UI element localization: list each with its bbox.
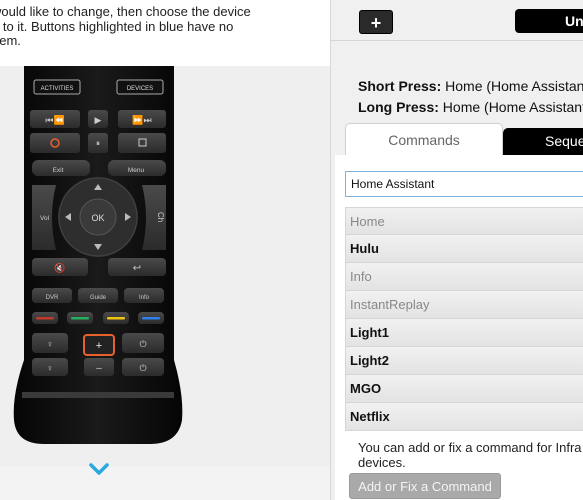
vol-label: Vol [40,215,50,222]
activities-label: ACTIVITIES [41,86,74,92]
add-button[interactable]: + [359,10,393,34]
un-button[interactable]: Un [515,9,583,33]
outlet-icon: ⏻ [139,339,146,349]
long-press-value: Home (Home Assistant) [442,99,583,115]
help-text: You can add or fix a command for Infra d… [358,440,583,470]
short-press-row: Short Press: Home (Home Assistant) [358,78,583,94]
command-item[interactable]: Netflix [345,403,583,431]
command-list: Home Hulu Info InstantReplay Light1 Light2 MGO… [345,207,583,431]
instruction-bubble: would like to change, then choose the de… [0,0,330,66]
forward-icon: ⏩⏭ [132,114,151,125]
long-press-label: Long Press: [358,99,439,115]
plus-icon: + [96,340,102,352]
divider [331,40,583,41]
command-device-input[interactable] [345,171,583,197]
play-icon: ▶ [95,115,102,125]
remote-area: ACTIVITIES DEVICES ⏮⏪ ▶ ⏩⏭ ⏸ Exit Menu V… [0,66,330,466]
mute-icon: 🔇 [54,262,65,273]
exit-label: Exit [53,167,64,174]
back-icon: ↩ [133,263,141,274]
stop-button[interactable] [118,133,166,153]
light-icon: ♀ [47,339,54,349]
ch-label: Ch [156,212,165,222]
menu-label: Menu [128,167,145,174]
pause-icon: ⏸ [96,139,100,148]
instruction-line-1: would like to change, then choose the de… [0,4,251,19]
command-item[interactable]: Light1 [345,319,583,347]
rewind-icon: ⏮⏪ [45,114,64,125]
help-line-2: devices. [358,454,406,470]
tab-commands[interactable]: Commands [345,123,503,155]
ok-label: OK [91,213,104,223]
short-press-value: Home (Home Assistant) [445,78,583,94]
instruction-line-3: hem. [0,33,21,48]
command-item[interactable]: Hulu [345,235,583,263]
help-line-1: You can add or fix a command for Infra [358,440,582,455]
record-button[interactable] [30,133,80,153]
short-press-label: Short Press: [358,78,442,94]
left-panel: ACTIVITIES DEVICES ⏮⏪ ▶ ⏩⏭ ⏸ Exit Menu V… [0,0,330,500]
command-item[interactable]: Info [345,263,583,291]
add-or-fix-command-button[interactable]: Add or Fix a Command [349,473,501,499]
minus-icon: – [96,363,102,374]
chevron-down-icon[interactable] [88,462,110,476]
guide-label: Guide [90,295,107,301]
info-label: Info [139,295,150,301]
devices-label: DEVICES [127,86,153,92]
instruction-line-2: n to it. Buttons highlighted in blue hav… [0,18,234,34]
instruction-text: would like to change, then choose the de… [0,4,322,49]
command-item[interactable]: InstantReplay [345,291,583,319]
light-off-icon: ♀ [47,363,54,373]
long-press-row: Long Press: Home (Home Assistant) [358,99,583,115]
command-item[interactable]: Light2 [345,347,583,375]
outlet-off-icon: ⏻ [139,363,146,373]
right-panel: + Un Short Press: Home (Home Assistant) … [330,0,583,500]
remote-image: ACTIVITIES DEVICES ⏮⏪ ▶ ⏩⏭ ⏸ Exit Menu V… [13,66,183,444]
tab-sequences[interactable]: Seque [503,128,583,155]
dvr-label: DVR [46,295,59,301]
command-item[interactable]: Home [345,207,583,235]
command-item[interactable]: MGO [345,375,583,403]
